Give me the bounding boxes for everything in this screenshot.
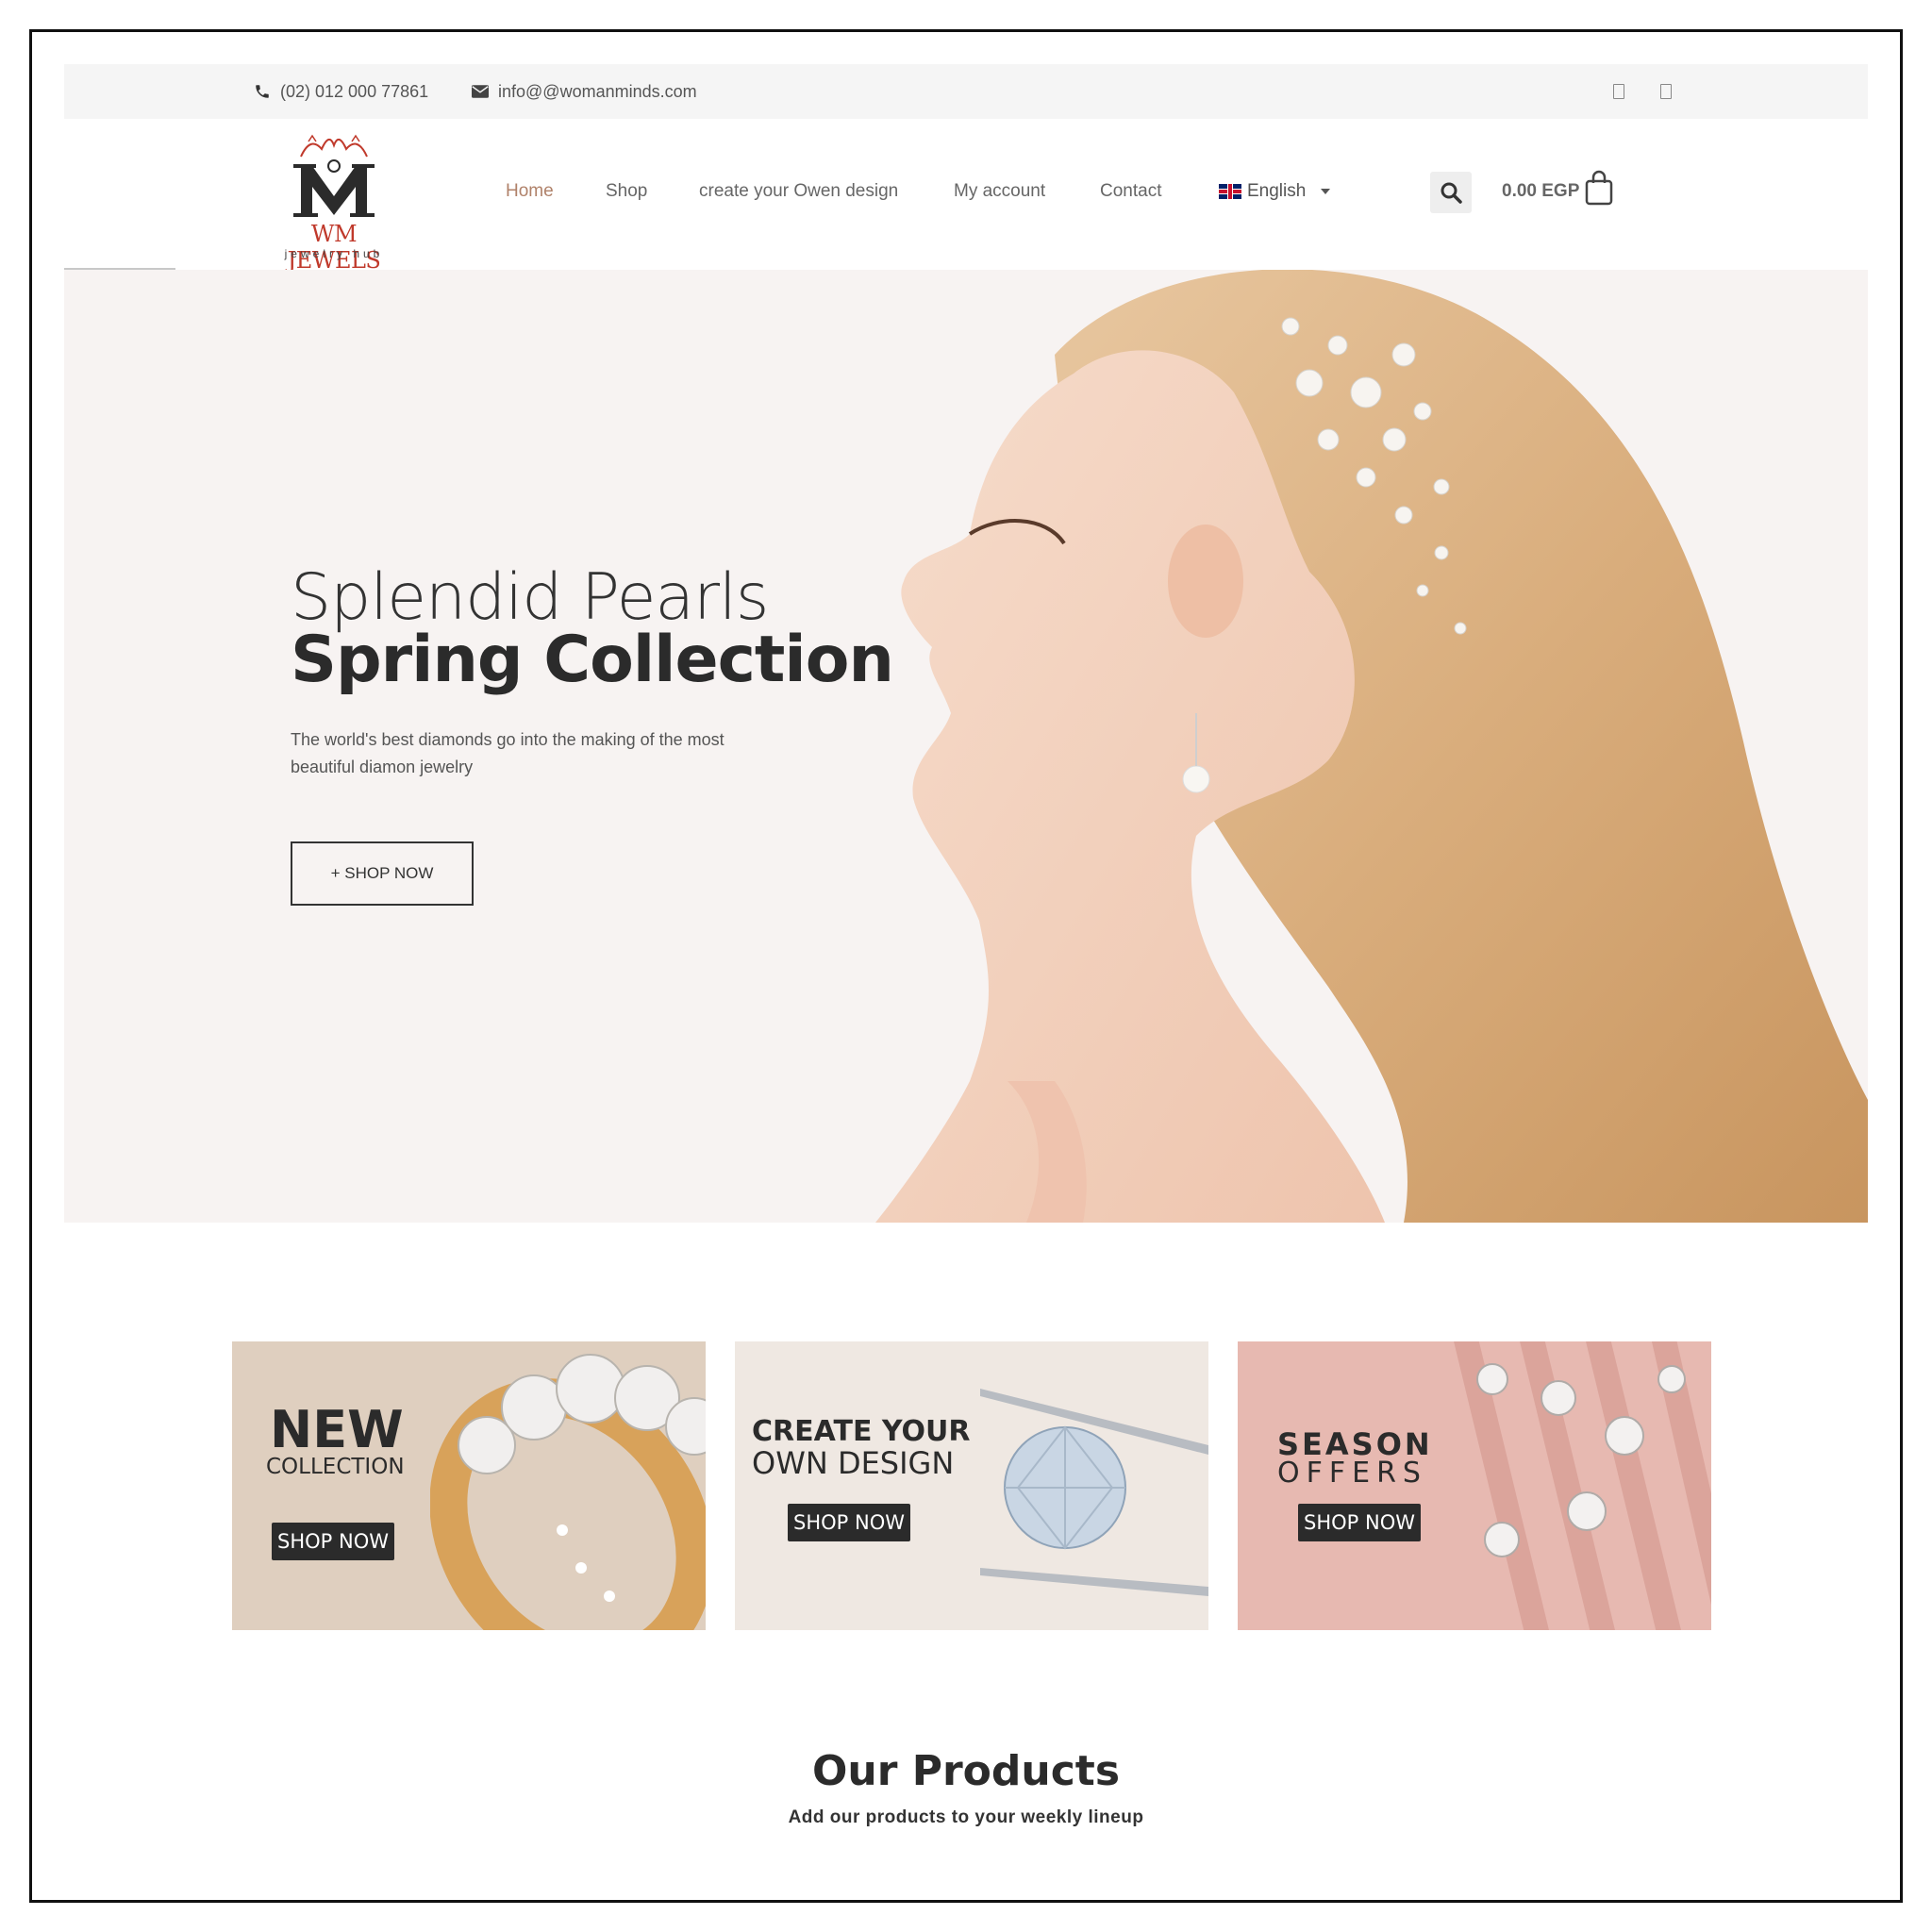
- cart-total[interactable]: 0.00 EGP: [1502, 181, 1579, 202]
- nav-home[interactable]: Home: [506, 181, 554, 202]
- social-icon-2[interactable]: [1660, 84, 1672, 99]
- banner3-shop-now-button[interactable]: SHOP NOW: [1298, 1504, 1421, 1541]
- hero-description: The world's best diamonds go into the ma…: [291, 730, 724, 776]
- banner1-line2: COLLECTION: [266, 1455, 405, 1479]
- banner-season-offers[interactable]: SEASON OFFERS SHOP NOW: [1238, 1341, 1711, 1630]
- email-address: info@@womanminds.com: [498, 81, 697, 101]
- search-button[interactable]: [1430, 172, 1472, 213]
- chevron-down-icon: [1321, 189, 1331, 194]
- products-subtitle: Add our products to your weekly lineup: [788, 1807, 1144, 1827]
- hero-shop-now-button[interactable]: + SHOP NOW: [291, 841, 474, 906]
- top-bar: (02) 012 000 77861 info@@womanminds.com: [64, 64, 1868, 119]
- phone-number: (02) 012 000 77861: [280, 81, 429, 101]
- banner2-line2: OWN DESIGN: [752, 1445, 955, 1481]
- diamond-tweezers-image: [980, 1389, 1208, 1596]
- hero-slider: Splendid Pearls Spring Collection The wo…: [64, 270, 1868, 1223]
- shopping-bag-icon[interactable]: [1585, 170, 1613, 206]
- rings-display-image: [1454, 1341, 1711, 1630]
- nav-my-account[interactable]: My account: [954, 181, 1045, 202]
- nav-contact[interactable]: Contact: [1100, 181, 1161, 202]
- nav-create-design[interactable]: create your Owen design: [699, 181, 898, 202]
- phone-icon: [256, 85, 269, 98]
- search-icon: [1441, 182, 1462, 204]
- email-contact[interactable]: info@@womanminds.com: [472, 64, 697, 119]
- nav-shop[interactable]: Shop: [606, 181, 647, 202]
- site-header: WM JEWELS jewelry hub Home Shop create y…: [64, 119, 1868, 274]
- ring-image: [430, 1354, 706, 1630]
- hero-title-bold: Spring Collection: [291, 623, 894, 697]
- language-selector[interactable]: English: [1219, 181, 1331, 202]
- banner3-line2: OFFERS: [1277, 1457, 1427, 1490]
- banner1-line1: NEW: [270, 1400, 404, 1459]
- banner2-shop-now-button[interactable]: SHOP NOW: [788, 1504, 910, 1541]
- language-label: English: [1247, 181, 1307, 201]
- phone-contact[interactable]: (02) 012 000 77861: [254, 64, 428, 119]
- envelope-icon: [472, 85, 489, 98]
- social-icon-1[interactable]: [1613, 84, 1624, 99]
- uk-flag-icon: [1219, 184, 1241, 199]
- banner1-shop-now-button[interactable]: SHOP NOW: [272, 1523, 394, 1560]
- products-title: Our Products: [811, 1747, 1121, 1795]
- banner2-line1: CREATE YOUR: [752, 1415, 971, 1448]
- banner-new-collection[interactable]: NEW COLLECTION SHOP NOW: [232, 1341, 706, 1630]
- banner-create-design[interactable]: CREATE YOUR OWN DESIGN SHOP NOW: [735, 1341, 1208, 1630]
- hero-model-image: [875, 270, 1868, 1223]
